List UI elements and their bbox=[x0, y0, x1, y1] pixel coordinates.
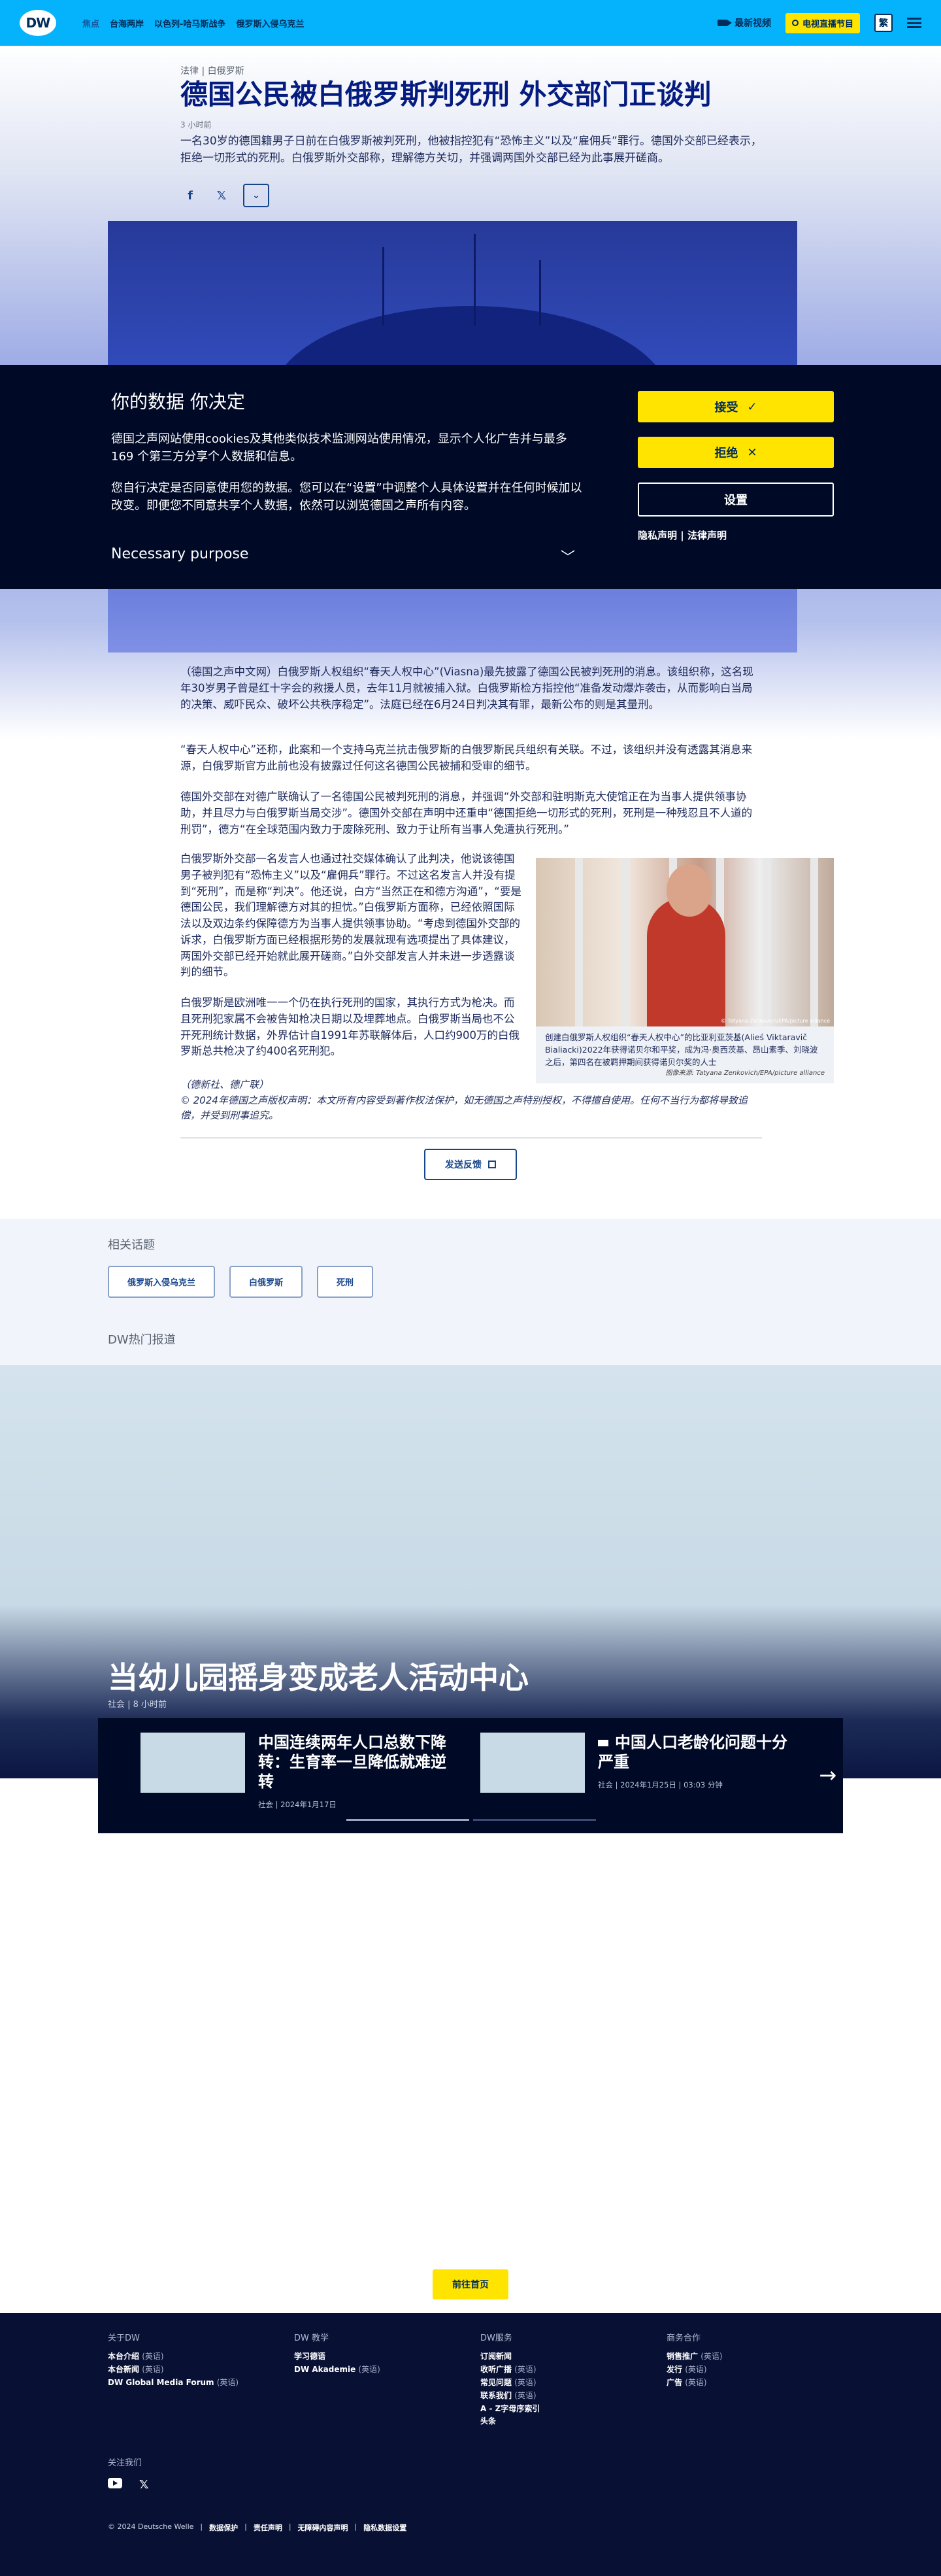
figure-credit: © Tatyana Zenkovich/EPA/picture alliance bbox=[720, 1018, 830, 1024]
settings-button[interactable]: 设置 bbox=[638, 483, 834, 517]
antenna bbox=[474, 234, 476, 326]
figure-caption-text: 创建白俄罗斯人权组织“春天人权中心”的比亚利亚茨基(Aliеś Viktarav… bbox=[545, 1032, 818, 1067]
figure-image[interactable]: © Tatyana Zenkovich/EPA/picture alliance bbox=[536, 858, 834, 1026]
breadcrumb[interactable]: 法律 | 白俄罗斯 bbox=[180, 64, 244, 77]
paragraph-3: 德国外交部在对德广联确认了一名德国公民被判死刑的消息，并强调“外交部和驻明斯克大… bbox=[180, 790, 753, 836]
cookie-text-1: 德国之声网站使用cookies及其他类似技术监测网站使用情况，显示个人化广告并与… bbox=[111, 432, 567, 464]
next-arrow-icon[interactable]: → bbox=[819, 1763, 836, 1788]
footer-col-learn: DW 教学 学习德语 DW Akademie (英语) bbox=[294, 2333, 380, 2375]
tag-belarus[interactable]: 白俄罗斯 bbox=[229, 1266, 303, 1298]
cookie-title: 你的数据 你决定 bbox=[111, 391, 245, 413]
paragraph-5: 白俄罗斯是欧洲唯一一个仍在执行死刑的国家，其执行方式为枪决。而且死刑犯家属不会被… bbox=[180, 996, 520, 1058]
article-figure: © Tatyana Zenkovich/EPA/picture alliance… bbox=[536, 858, 834, 1084]
carousel-progress bbox=[346, 1819, 596, 1821]
cookie-links: 隐私声明 | 法律声明 bbox=[638, 530, 727, 541]
hot-main-title[interactable]: 当幼儿园摇身变成老人活动中心 bbox=[108, 1654, 529, 1697]
latest-video-link[interactable]: 最新视频 bbox=[717, 16, 771, 29]
social-links: 𝕏 bbox=[108, 2478, 149, 2492]
main-nav: 焦点 台海两岸 以色列-哈马斯战争 俄罗斯入侵乌克兰 bbox=[82, 17, 304, 29]
paragraph-4: 白俄罗斯外交部一名发言人也通过社交媒体确认了此判决，他说该德国男子被判犯有“恐怖… bbox=[180, 853, 521, 979]
youtube-icon[interactable] bbox=[108, 2478, 122, 2488]
hot-carousel: 中国连续两年人口总数下降转：生育率一旦降低就难逆转 社会 | 2024年1月17… bbox=[98, 1718, 843, 1833]
live-icon bbox=[791, 20, 799, 26]
nav-item-ukraine[interactable]: 俄罗斯入侵乌克兰 bbox=[236, 17, 304, 29]
video-icon bbox=[598, 1740, 608, 1746]
accept-button[interactable]: 接受 ✓ bbox=[638, 391, 834, 422]
carousel-card[interactable]: 中国连续两年人口总数下降转：生育率一旦降低就难逆转 社会 | 2024年1月17… bbox=[140, 1733, 454, 1810]
tag-death-penalty[interactable]: 死刑 bbox=[317, 1266, 374, 1298]
card-meta: 社会 | 2024年1月25日 | 03:03 分钟 bbox=[598, 1780, 723, 1789]
feedback-label: 发送反馈 bbox=[445, 1160, 482, 1170]
footer-col-business: 商务合作 销售推广 (英语) 发行 (英语) 广告 (英语) bbox=[667, 2333, 723, 2388]
hot-teaser-image[interactable] bbox=[0, 1365, 941, 1778]
nav-item-taiwan[interactable]: 台海两岸 bbox=[110, 17, 144, 29]
legal-links: © 2024 Deutsche Welle | 数据保护 | 责任声明 | 无障碍内容… bbox=[108, 2522, 407, 2532]
top-bar: DW 焦点 台海两岸 以色列-哈马斯战争 俄罗斯入侵乌克兰 最新视频 电视直播节… bbox=[0, 0, 941, 46]
footer-col-services: DW服务 订阅新闻 收听广播 (英语) 常见问题 (英语) 联系我们 (英语) … bbox=[480, 2333, 540, 2426]
share-bar: f 𝕏 ⌄ bbox=[180, 184, 269, 207]
reject-button[interactable]: 拒绝 ✕ bbox=[638, 437, 834, 468]
check-icon: ✓ bbox=[747, 399, 757, 414]
footer: 关于DW 本台介绍 (英语) 本台新闻 (英语) DW Global Media… bbox=[0, 2313, 941, 2576]
article-time: 3 小时前 bbox=[180, 120, 212, 129]
hot-title: DW热门报道 bbox=[108, 1333, 176, 1347]
x-icon[interactable]: 𝕏 bbox=[212, 186, 231, 205]
card-title: 中国人口老龄化问题十分严重 bbox=[598, 1733, 787, 1771]
follow-us-label: 关注我们 bbox=[108, 2458, 142, 2468]
necessary-purpose-toggle[interactable]: Necessary purpose ﹀ bbox=[111, 546, 575, 567]
live-tv-label: 电视直播节目 bbox=[802, 19, 853, 29]
card-thumbnail bbox=[140, 1733, 245, 1793]
legal-link[interactable]: 法律声明 bbox=[687, 530, 727, 541]
article-lead: 一名30岁的德国籍男子日前在白俄罗斯被判死刑，他被指控犯有“恐怖主义”以及“雇佣… bbox=[180, 135, 762, 165]
carousel-card[interactable]: 中国人口老龄化问题十分严重 社会 | 2024年1月25日 | 03:03 分钟 bbox=[480, 1733, 794, 1793]
privacy-link[interactable]: 隐私声明 bbox=[638, 530, 677, 541]
purpose-label: Necessary purpose bbox=[111, 546, 249, 562]
camera-icon bbox=[717, 20, 732, 26]
dw-logo[interactable]: DW bbox=[20, 10, 56, 36]
latest-video-label: 最新视频 bbox=[734, 18, 771, 29]
card-title: 中国连续两年人口总数下降转：生育率一旦降低就难逆转 bbox=[258, 1733, 446, 1791]
reject-label: 拒绝 bbox=[714, 447, 738, 460]
live-tv-button[interactable]: 电视直播节目 bbox=[785, 12, 860, 33]
nav-item-focus[interactable]: 焦点 bbox=[82, 17, 99, 29]
x-icon[interactable]: 𝕏 bbox=[139, 2478, 149, 2492]
more-share-chevron-icon[interactable]: ⌄ bbox=[243, 184, 269, 207]
cookie-text-2: 您自行决定是否同意使用您的数据。您可以在“设置”中调整个人具体设置并在任何时候加… bbox=[111, 481, 582, 513]
page-title: 德国公民被白俄罗斯判死刑 外交部门正谈判 bbox=[180, 78, 712, 110]
card-thumbnail bbox=[480, 1733, 585, 1793]
close-icon: ✕ bbox=[747, 445, 757, 460]
chevron-down-icon: ﹀ bbox=[560, 550, 575, 566]
feedback-button[interactable]: 发送反馈 bbox=[424, 1149, 517, 1180]
paragraph-1: （德国之声中文网）白俄罗斯人权组织“春天人权中心”(Viasna)最先披露了德国… bbox=[180, 666, 753, 711]
copy-icon bbox=[488, 1161, 496, 1168]
cookie-consent-banner: 你的数据 你决定 德国之声网站使用cookies及其他类似技术监测网站使用情况，… bbox=[0, 365, 941, 589]
menu-icon[interactable] bbox=[907, 18, 921, 28]
antenna bbox=[539, 260, 541, 326]
facebook-icon[interactable]: f bbox=[180, 186, 200, 205]
tag-ukraine[interactable]: 俄罗斯入侵乌克兰 bbox=[108, 1266, 216, 1298]
figure-source: 图像来源: Tatyana Zenkovich/EPA/picture alli… bbox=[665, 1070, 825, 1077]
home-button[interactable]: 前往首页 bbox=[433, 2269, 508, 2299]
related-title: 相关话题 bbox=[108, 1238, 155, 1252]
figure-head bbox=[667, 864, 712, 917]
agency-credit: （德新社、德广联） bbox=[180, 1079, 269, 1091]
copyright-notice: © 2024年德国之声版权声明：本文所有内容受到著作权法保护，如无德国之声特别授… bbox=[180, 1094, 748, 1121]
accept-label: 接受 bbox=[714, 401, 738, 415]
footer-col-about: 关于DW 本台介绍 (英语) 本台新闻 (英语) DW Global Media… bbox=[108, 2333, 239, 2388]
card-meta: 社会 | 2024年1月17日 bbox=[258, 1800, 337, 1809]
paragraph-2: “春天人权中心”还称，此案和一个支持乌克兰抗击俄罗斯的白俄罗斯民兵组织有关联。不… bbox=[180, 743, 753, 772]
nav-item-israel[interactable]: 以色列-哈马斯战争 bbox=[154, 17, 225, 29]
figure-caption: 创建白俄罗斯人权组织“春天人权中心”的比亚利亚茨基(Aliеś Viktarav… bbox=[536, 1026, 834, 1084]
antenna bbox=[382, 247, 384, 326]
hot-main-meta: 社会 | 8 小时前 bbox=[108, 1700, 167, 1710]
language-button[interactable]: 繁 bbox=[874, 14, 893, 32]
